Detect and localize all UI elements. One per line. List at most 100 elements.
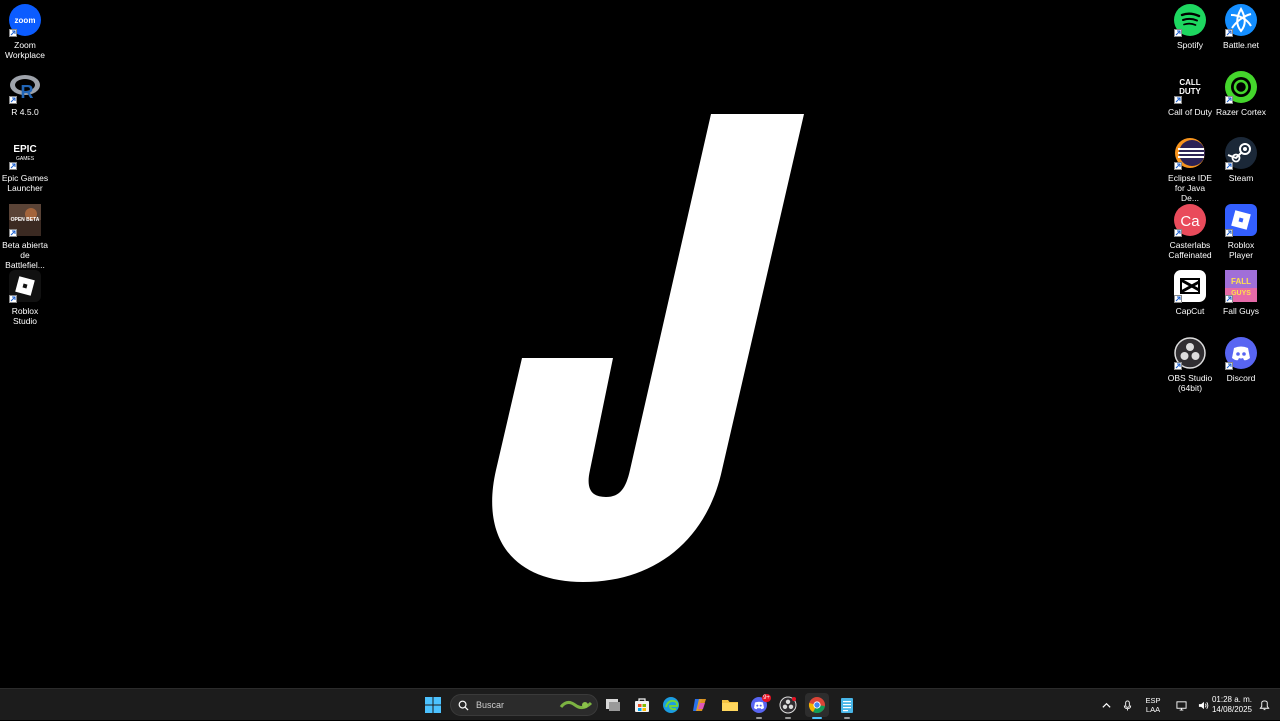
shortcut-arrow-icon bbox=[9, 162, 17, 171]
desktop-icon-call-of-duty[interactable]: CALL DUTY Call of Duty bbox=[1165, 70, 1215, 138]
chrome-icon bbox=[808, 697, 825, 714]
desktop-icon-discord[interactable]: Discord bbox=[1215, 336, 1267, 404]
desktop-icon-label: Casterlabs Caffeinated bbox=[1168, 239, 1212, 260]
svg-text:GAMES: GAMES bbox=[16, 156, 35, 162]
desktop-icon-capcut[interactable]: CapCut bbox=[1165, 270, 1215, 337]
svg-text:Ca: Ca bbox=[1180, 213, 1200, 230]
tray-overflow-button[interactable] bbox=[1098, 689, 1114, 721]
shortcut-arrow-icon bbox=[1225, 361, 1233, 370]
search-box[interactable]: Buscar bbox=[450, 694, 598, 716]
shortcut-arrow-icon bbox=[1225, 295, 1233, 304]
taskbar-chrome[interactable] bbox=[805, 693, 829, 719]
search-icon bbox=[458, 700, 469, 711]
shortcut-arrow-icon bbox=[1174, 162, 1182, 171]
running-indicator bbox=[756, 717, 762, 719]
desktop-icon-razer-cortex[interactable]: Razer Cortex bbox=[1215, 70, 1267, 138]
svg-text:EPIC: EPIC bbox=[13, 144, 36, 155]
running-indicator bbox=[812, 717, 822, 719]
roblox-studio-icon bbox=[9, 270, 41, 304]
shortcut-arrow-icon bbox=[9, 228, 17, 237]
shortcut-arrow-icon bbox=[1174, 295, 1182, 304]
desktop-icon-roblox-studio[interactable]: Roblox Studio bbox=[0, 270, 50, 337]
taskbar-store[interactable] bbox=[630, 693, 654, 717]
clock-button[interactable]: 01:28 a. m. 14/08/2025 bbox=[1204, 689, 1252, 721]
shortcut-arrow-icon bbox=[9, 29, 17, 37]
svg-text:R: R bbox=[21, 82, 34, 102]
taskbar-discord[interactable]: 9+ bbox=[747, 693, 771, 719]
chevron-up-icon bbox=[1101, 702, 1111, 708]
desktop-icon-roblox-player[interactable]: Roblox Player bbox=[1215, 203, 1267, 271]
notifications-button[interactable] bbox=[1256, 689, 1272, 721]
casterlabs-icon: Ca bbox=[1174, 203, 1206, 237]
call-of-duty-icon: CALL DUTY bbox=[1174, 70, 1206, 104]
eclipse-icon bbox=[1174, 137, 1206, 171]
search-placeholder: Buscar bbox=[476, 700, 505, 710]
desktop-icon-label: Roblox Studio bbox=[11, 306, 39, 327]
desktop-icons-right-1: Spotify CALL DUTY Call of Duty Eclipse ID… bbox=[1165, 4, 1215, 404]
desktop-icon-fall-guys[interactable]: FALL GUYS Fall Guys bbox=[1215, 270, 1267, 337]
notepad-icon bbox=[841, 698, 853, 713]
shortcut-arrow-icon bbox=[1225, 228, 1233, 237]
taskbar-notepad[interactable] bbox=[835, 693, 859, 719]
shortcut-arrow-icon bbox=[1225, 29, 1233, 37]
desktop-icon-steam[interactable]: Steam bbox=[1215, 137, 1267, 204]
zoom-icon: zoom bbox=[9, 4, 41, 37]
desktop-icon-battlefield[interactable]: OPEN BETA Beta abierta de Battlefiel... bbox=[0, 203, 50, 271]
desktop-icon-obs[interactable]: OBS Studio (64bit) bbox=[1165, 337, 1215, 404]
copilot-icon bbox=[693, 699, 706, 711]
shortcut-arrow-icon bbox=[9, 95, 17, 104]
desktop-icon-label: Razer Cortex bbox=[1215, 106, 1267, 117]
spotify-icon bbox=[1174, 4, 1206, 37]
taskbar-task-view[interactable] bbox=[601, 693, 625, 717]
language-switcher[interactable]: ESP LAA bbox=[1139, 689, 1167, 721]
start-button[interactable] bbox=[421, 693, 445, 717]
desktop-icon-casterlabs[interactable]: Ca Casterlabs Caffeinated bbox=[1165, 203, 1215, 271]
desktop-icon-battlenet[interactable]: Battle.net bbox=[1215, 4, 1267, 71]
taskbar-obs[interactable] bbox=[776, 693, 800, 719]
microphone-button[interactable] bbox=[1119, 689, 1135, 721]
svg-text:GUYS: GUYS bbox=[1231, 290, 1251, 297]
r-icon: R bbox=[9, 71, 41, 104]
battlefield-icon: OPEN BETA bbox=[9, 203, 41, 237]
desktop-icon-epic-games[interactable]: EPIC GAMES Epic Games Launcher bbox=[0, 137, 50, 204]
clock-time: 01:28 a. m. bbox=[1211, 695, 1252, 704]
notification-icon bbox=[1258, 699, 1270, 710]
edge-icon bbox=[663, 697, 679, 713]
shortcut-arrow-icon bbox=[1225, 162, 1233, 171]
svg-text:FALL: FALL bbox=[1231, 277, 1251, 286]
shortcut-arrow-icon bbox=[1174, 95, 1182, 104]
shortcut-arrow-icon bbox=[1174, 228, 1182, 237]
task-view-icon bbox=[606, 699, 620, 711]
shortcut-arrow-icon bbox=[1174, 29, 1182, 37]
network-icon bbox=[1175, 700, 1187, 711]
shortcut-arrow-icon bbox=[9, 295, 17, 304]
svg-text:CALL: CALL bbox=[1179, 78, 1200, 87]
language-code: ESP bbox=[1145, 696, 1161, 705]
desktop-icons-right-2: Battle.net Razer Cortex Steam Roblox Pla… bbox=[1215, 4, 1267, 404]
capcut-icon bbox=[1174, 270, 1206, 304]
svg-text:zoom: zoom bbox=[15, 16, 36, 25]
svg-text:DUTY: DUTY bbox=[1179, 87, 1201, 96]
epic-games-icon: EPIC GAMES bbox=[9, 137, 41, 171]
desktop-icon-label: Epic Games Launcher bbox=[1, 173, 49, 194]
running-indicator bbox=[844, 717, 850, 719]
shortcut-arrow-icon bbox=[1225, 95, 1233, 104]
microsoft-store-icon bbox=[635, 698, 649, 712]
discord-icon bbox=[1225, 336, 1257, 370]
desktop-icon-label: Roblox Player bbox=[1227, 239, 1255, 260]
desktop[interactable]: zoom Zoom Workplace R R 4.5.0 EPIC GAMES … bbox=[0, 0, 1280, 688]
clock-date: 14/08/2025 bbox=[1211, 705, 1252, 714]
taskbar-copilot[interactable] bbox=[688, 693, 712, 717]
desktop-icon-spotify[interactable]: Spotify bbox=[1165, 4, 1215, 71]
desktop-icon-r[interactable]: R R 4.5.0 bbox=[0, 71, 50, 138]
desktop-icon-zoom[interactable]: zoom Zoom Workplace bbox=[0, 4, 50, 71]
notification-badge: 9+ bbox=[762, 694, 771, 702]
desktop-icon-label: Beta abierta de Battlefiel... bbox=[2, 239, 48, 270]
desktop-icon-eclipse[interactable]: Eclipse IDE for Java De... bbox=[1165, 137, 1215, 204]
shortcut-arrow-icon bbox=[1174, 361, 1182, 370]
razer-cortex-icon bbox=[1225, 70, 1257, 104]
wallpaper-j-logo bbox=[492, 114, 804, 582]
taskbar-edge[interactable] bbox=[659, 693, 683, 717]
taskbar-file-explorer[interactable] bbox=[718, 693, 742, 717]
taskbar: Buscar 9+ ESP LAA 01:28 a. m. 14/08/2025 bbox=[0, 688, 1280, 720]
